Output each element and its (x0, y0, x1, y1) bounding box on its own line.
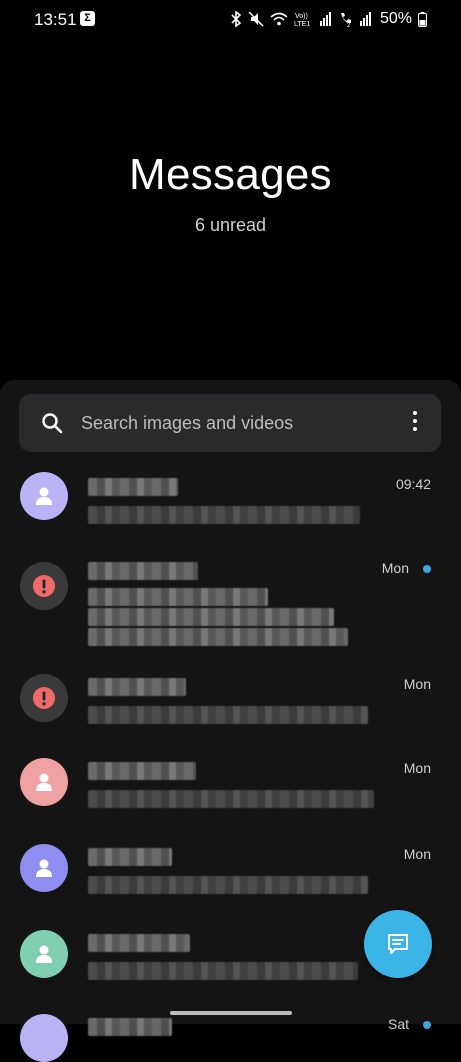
conversation-row[interactable]: 09:42 (0, 468, 461, 548)
contact-avatar (20, 562, 68, 610)
message-preview-redacted (88, 790, 374, 808)
wifi-icon (270, 12, 288, 26)
signal-icon (319, 12, 331, 26)
message-preview-redacted (88, 876, 368, 894)
message-time: Mon (403, 676, 431, 692)
message-time: Sat (387, 1016, 409, 1032)
battery-icon (418, 11, 427, 27)
bluetooth-icon (231, 11, 242, 27)
contact-name-redacted (88, 934, 190, 952)
more-options-icon[interactable] (411, 411, 419, 435)
unread-indicator (423, 565, 431, 573)
contact-name-redacted (88, 848, 172, 866)
compose-message-icon (388, 934, 408, 954)
svg-text:LTE1: LTE1 (294, 21, 310, 27)
message-preview-redacted (88, 608, 334, 626)
person-icon (36, 773, 52, 791)
person-icon (36, 945, 52, 963)
message-time: Mon (403, 760, 431, 776)
svg-text:2: 2 (347, 23, 351, 27)
contact-avatar (20, 844, 68, 892)
message-time: 09:42 (395, 476, 431, 492)
status-time: 13:51 (34, 10, 77, 29)
conversation-row[interactable]: Mon (0, 752, 461, 836)
conversation-row[interactable]: Mon (0, 668, 461, 750)
message-time: Mon (381, 560, 409, 576)
status-icons: Vo)) LTE1 2 50% (230, 10, 427, 28)
volte-icon: Vo))LTE1 (294, 13, 310, 27)
message-preview-redacted (88, 628, 348, 646)
contact-avatar (20, 1014, 68, 1062)
person-icon (36, 487, 52, 505)
message-preview-redacted (88, 706, 368, 724)
contact-avatar (20, 674, 68, 722)
contact-name-redacted (88, 562, 198, 580)
contact-avatar (20, 472, 68, 520)
person-icon (36, 859, 52, 877)
compose-message-button[interactable] (364, 910, 432, 978)
contact-avatar (20, 930, 68, 978)
page-title: Messages (129, 150, 332, 199)
contact-name-redacted (88, 678, 186, 696)
message-preview-redacted (88, 588, 268, 606)
message-preview-redacted (88, 506, 360, 524)
status-bar: 13:51 Σ Vo)) LTE1 2 50% (0, 0, 461, 40)
unread-count: 6 unread (194, 215, 267, 235)
battery-percent: 50% (379, 10, 412, 27)
search-icon (42, 413, 63, 434)
sigma-app-icon: Σ (80, 11, 95, 26)
mute-icon (248, 11, 264, 27)
search-input[interactable]: Search images and videos (81, 413, 293, 434)
contact-name-redacted (88, 1018, 172, 1036)
signal-icon (359, 12, 371, 26)
unread-indicator (423, 1021, 431, 1029)
call-signal-icon: 2 (340, 13, 351, 27)
contact-name-redacted (88, 762, 196, 780)
message-preview-redacted (88, 962, 358, 980)
message-time: Mon (403, 846, 431, 862)
conversation-row[interactable]: Mon (0, 838, 461, 922)
home-indicator[interactable] (170, 1011, 292, 1015)
warning-icon (33, 687, 55, 709)
svg-text:Vo)): Vo)) (295, 13, 308, 20)
contact-avatar (20, 758, 68, 806)
contact-name-redacted (88, 478, 178, 496)
warning-icon (33, 575, 55, 597)
conversation-row[interactable]: Mon (0, 552, 461, 668)
search-bar[interactable]: Search images and videos (19, 394, 441, 452)
